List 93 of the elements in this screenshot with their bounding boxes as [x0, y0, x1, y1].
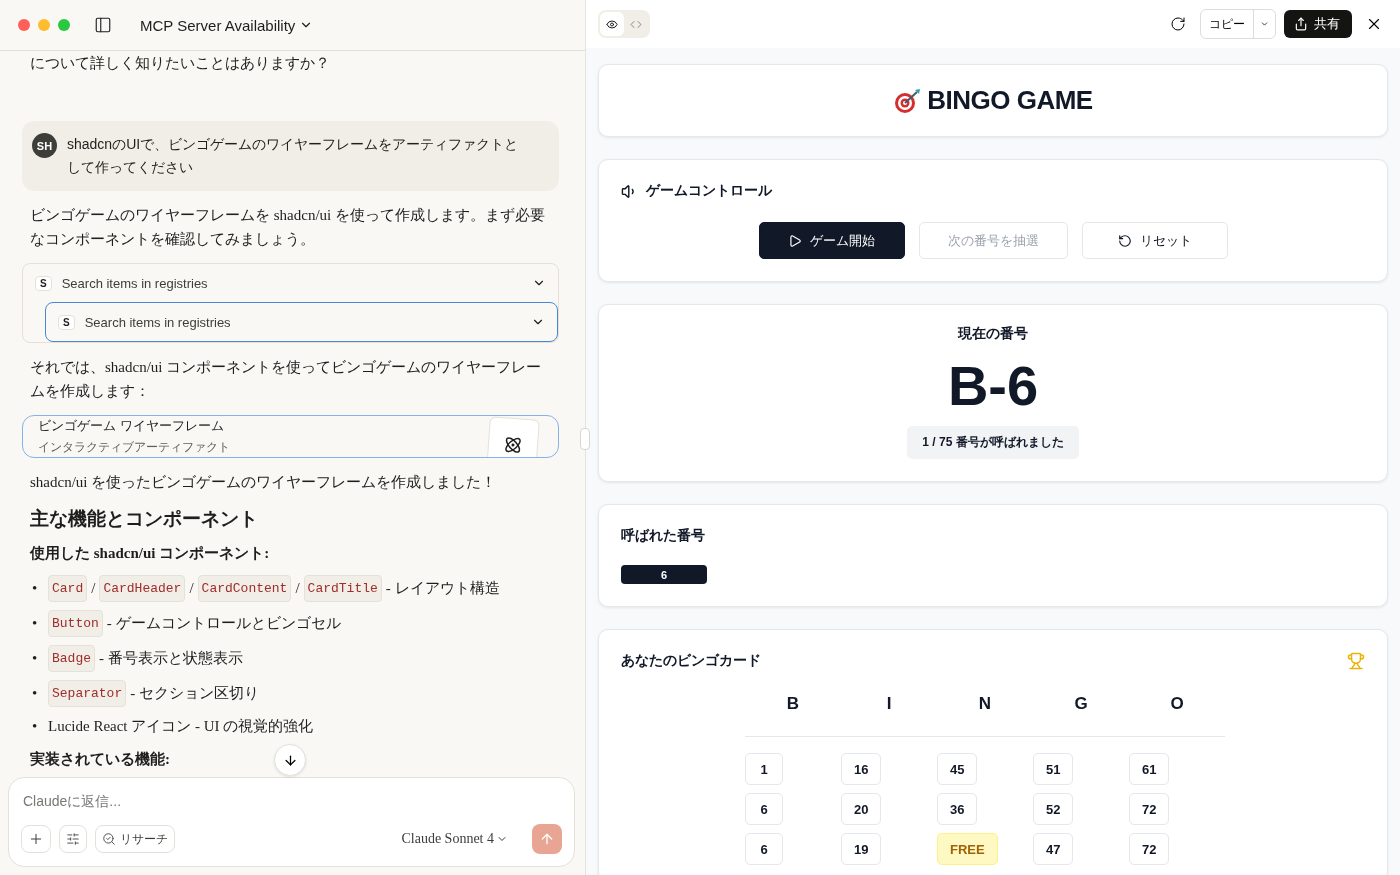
bingo-cell[interactable]: 51: [1033, 753, 1074, 785]
bullet-text: - ゲームコントロールとビンゴセル: [106, 614, 341, 633]
bingo-cell[interactable]: 36: [937, 793, 978, 825]
card-title: 呼ばれた番号: [621, 527, 706, 545]
bullet-marker: •: [32, 649, 39, 668]
research-button[interactable]: リサーチ: [95, 825, 175, 853]
column-letter: I: [841, 694, 937, 737]
view-toggle-button[interactable]: [600, 12, 624, 36]
bingo-cell[interactable]: 1: [745, 753, 783, 785]
close-window-button[interactable]: [18, 19, 30, 31]
column-letter: O: [1129, 694, 1225, 737]
play-icon: [788, 233, 802, 248]
inline-code: Button: [48, 610, 103, 637]
minimize-window-button[interactable]: [38, 19, 50, 31]
user-avatar: SH: [32, 133, 57, 158]
maximize-window-button[interactable]: [58, 19, 70, 31]
sliders-icon: [66, 832, 80, 846]
bullet-marker: •: [32, 717, 39, 736]
column-letter: G: [1033, 694, 1129, 737]
subheading: 使用した shadcn/ui コンポーネント:: [30, 544, 270, 563]
tool-call-label: Search items in registries: [61, 275, 209, 291]
bullet-text: Lucide React アイコン - UI の視覚的強化: [48, 717, 314, 736]
search-icon: [102, 832, 116, 846]
inline-code: Card: [48, 575, 88, 602]
artifact-title: ビンゴゲーム ワイヤーフレーム: [38, 417, 225, 435]
sidebar-toggle-icon[interactable]: [94, 16, 112, 34]
bullet-text: - セクション区切り: [130, 684, 259, 703]
assistant-text: について詳しく知りたいことはありますか？: [30, 54, 331, 73]
assistant-text: shadcn/ui を使ったビンゴゲームのワイヤーフレームを作成しました！: [30, 473, 498, 492]
current-number-label: 現在の番号: [958, 325, 1028, 343]
share-button[interactable]: 共有: [1284, 10, 1352, 38]
inline-code: CardContent: [197, 575, 292, 602]
conversation-title[interactable]: MCP Server Availability: [140, 16, 314, 34]
card-title: あなたのビンゴカード: [621, 652, 761, 670]
bullet-text: /: [295, 579, 300, 598]
tool-call-row[interactable]: S Search items in registries: [45, 302, 558, 342]
artifact-card[interactable]: ビンゴゲーム ワイヤーフレーム インタラクティブアーティファクト: [22, 415, 559, 458]
bullet-text: - レイアウト構造: [385, 579, 500, 598]
bingo-cell[interactable]: 72: [1129, 833, 1170, 865]
bullet-text: - 番号表示と状態表示: [99, 649, 243, 668]
arrow-down-icon: [282, 752, 298, 768]
game-button[interactable]: リセット: [1081, 222, 1228, 259]
game-button[interactable]: ゲーム開始: [758, 222, 905, 259]
assistant-text: ビンゴゲームのワイヤーフレームを shadcn/ui を使って作成します。まず必要なコンポーネントを確認してみましょう。: [30, 206, 546, 249]
copy-options-button[interactable]: [1253, 10, 1275, 38]
tool-call-row[interactable]: S Search items in registries: [23, 264, 558, 302]
inline-code: Separator: [48, 680, 127, 707]
tools-button[interactable]: [59, 825, 87, 853]
user-message-text: shadcnのUIで、ビンゴゲームのワイヤーフレームをアーティファクトとして作ってください: [67, 135, 520, 177]
column-letter: N: [937, 694, 1033, 737]
tool-badge: S: [58, 314, 75, 330]
section-heading: 主な機能とコンポーネント: [30, 507, 259, 531]
bullet-marker: •: [32, 579, 39, 598]
artifact-subtitle: インタラクティブアーティファクト: [38, 439, 231, 456]
reset-icon: [1117, 233, 1132, 248]
inline-code: CardTitle: [303, 575, 382, 602]
refresh-icon: [1170, 16, 1186, 32]
bingo-cell[interactable]: 72: [1129, 793, 1170, 825]
bingo-cell[interactable]: 19: [841, 833, 882, 865]
send-button[interactable]: [532, 824, 562, 854]
dart-target-icon: [893, 87, 922, 114]
subheading: 実装されている機能:: [30, 750, 170, 769]
bingo-cell[interactable]: 6: [745, 793, 783, 825]
bullet-text: /: [91, 579, 96, 598]
atom-icon: [503, 434, 523, 455]
current-number: B-6: [947, 353, 1039, 418]
app-title: BINGO GAME: [893, 85, 1093, 116]
bingo-cell[interactable]: 6: [745, 833, 783, 865]
bullet-marker: •: [32, 684, 39, 703]
inline-code: Badge: [48, 645, 95, 672]
scroll-down-button[interactable]: [274, 744, 306, 776]
tool-call-label: Search items in registries: [84, 314, 232, 330]
inline-code: CardHeader: [99, 575, 186, 602]
called-number-badge: 6: [621, 565, 707, 584]
bingo-cell[interactable]: 47: [1033, 833, 1074, 865]
bingo-cell[interactable]: 20: [841, 793, 882, 825]
assistant-text: それでは、shadcn/ui コンポーネントを使ってビンゴゲームのワイヤーフレームを作成します：: [30, 358, 543, 401]
column-letter: B: [745, 694, 841, 737]
bingo-cell[interactable]: 16: [841, 753, 882, 785]
plus-icon: [28, 831, 44, 847]
bullet-text: /: [189, 579, 194, 598]
bingo-cell[interactable]: 45: [937, 753, 978, 785]
bullet-marker: •: [32, 614, 39, 633]
model-selector[interactable]: Claude Sonnet 4: [395, 830, 514, 848]
tool-badge: S: [35, 275, 52, 291]
free-cell[interactable]: FREE: [937, 833, 998, 865]
share-icon: [1294, 17, 1308, 31]
bingo-cell[interactable]: 52: [1033, 793, 1074, 825]
add-button[interactable]: [21, 825, 51, 853]
trophy-icon: [1347, 652, 1365, 670]
called-count-badge: 1 / 75 番号が呼ばれました: [907, 426, 1079, 459]
bingo-cell[interactable]: 61: [1129, 753, 1170, 785]
card-title: ゲームコントロール: [646, 182, 772, 200]
